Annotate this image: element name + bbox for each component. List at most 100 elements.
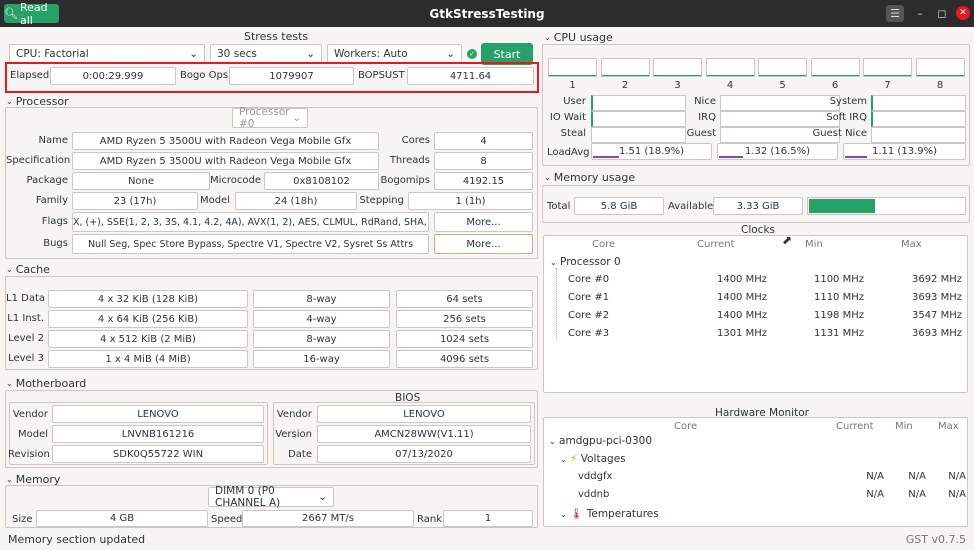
cache-section-header[interactable]: ⌄ Cache [6,263,50,276]
bios-version-label: Version [275,429,312,440]
cache-level-label: Level 3 [8,353,44,364]
core-usage-graph [548,58,597,77]
cache-sets-value: 64 sets [396,290,533,308]
size-label: Size [12,514,33,525]
core-number-label: 3 [674,80,681,91]
stepping-label: Stepping [359,195,404,206]
memory-usage-section-header[interactable]: ⌄ Memory usage [544,171,635,184]
hwmon-col-core: Core [674,421,698,432]
core-usage-line [759,75,806,76]
load5-text: 1.32 (16.5%) [744,146,810,157]
bugs-label: Bugs [43,238,68,249]
clocks-group-row[interactable]: ⌄ Processor 0 [550,256,621,268]
flags-value: MMX, (+), SSE(1, 2, 3, 3S, 4.1, 4.2, 4A)… [72,212,429,232]
sensor-max-value: N/A [948,471,966,482]
close-button[interactable]: ✕ [956,6,970,20]
core-usage-graph [600,58,650,77]
steal-bar [591,127,686,143]
clock-min-value: 1198 MHz [813,310,864,321]
clock-max-value: 3692 MHz [911,274,962,285]
sensor-max-value: N/A [948,489,966,500]
core-number-label: 7 [884,80,891,91]
hamburger-icon: ☰ [890,7,900,20]
clocks-col-max: Max [901,239,922,250]
clock-max-value: 3547 MHz [911,310,962,321]
clocks-col-min: Min [805,239,823,250]
duration-select[interactable]: 30 secs ⌄ [210,44,322,64]
motherboard-section-header[interactable]: ⌄ Motherboard [6,377,86,390]
clock-current-value: 1400 MHz [716,310,767,321]
clock-core-name: Core #3 [568,328,610,339]
hwmon-device-row[interactable]: ⌄ amdgpu-pci-0300 [549,435,652,447]
sensor-name: vddgfx [578,471,613,482]
speed-value: 2667 MT/s [242,510,414,527]
processor-select[interactable]: Processor #0 ⌄ [232,106,308,130]
available-label: Available [668,201,714,212]
specification-label: Specification [6,155,71,166]
cpu-usage-section-header[interactable]: ⌄ CPU usage [544,31,613,44]
read-all-label: Read all [19,0,48,27]
sensor-min-value: N/A [908,489,926,500]
vendor-value: LENOVO [52,405,264,423]
nice-label: Nice [694,96,716,107]
voltages-row[interactable]: ⌄ ⚡︎ Voltages [560,453,626,465]
duration-value: 30 secs [217,48,257,60]
core-number-label: 5 [779,80,786,91]
sensor-current-value: N/A [866,471,884,482]
total-label: Total [547,201,571,212]
thermometer-icon: 🌡︎ [570,508,584,520]
chevron-down-icon: ⌄ [446,48,455,60]
read-all-button[interactable]: 🔍︎ Read all [4,1,59,27]
threads-value: 8 [434,152,533,170]
load15-text: 1.11 (13.9%) [871,146,937,157]
flags-more-button[interactable]: More... [434,212,533,232]
load15-value: 1.11 (13.9%) [843,143,966,160]
temperatures-row[interactable]: ⌄ 🌡︎ Temperatures [560,507,659,520]
stress-type-select[interactable]: CPU: Factorial ⌄ [9,44,205,64]
hwmon-col-max: Max [938,421,959,432]
cache-size-value: 4 x 64 KiB (256 KiB) [48,310,248,328]
softirq-label: Soft IRQ [826,112,867,123]
dimm-select[interactable]: DIMM 0 (P0 CHANNEL A) ⌄ [208,485,334,509]
window-title: GtkStressTesting [429,6,545,21]
cache-title: Cache [15,263,50,276]
bugs-more-button[interactable]: More... [434,234,533,254]
load1-text: 1.51 (18.9%) [618,146,684,157]
name-label: Name [38,135,68,146]
voltages-label: Voltages [580,453,626,465]
chevron-down-icon: ⌄ [560,510,567,519]
core-usage-line [549,75,596,76]
bogomips-value: 4192.15 [434,172,533,190]
core-usage-graph [705,58,755,77]
cache-size-value: 4 x 512 KiB (2 MiB) [48,330,248,348]
bogo-ops-value: 1079907 [229,67,354,85]
chevron-down-icon: ⌄ [544,173,551,182]
clocks-col-current: Current [697,239,735,250]
elapsed-label: Elapsed [10,70,50,81]
rank-value: 1 [443,510,533,527]
cache-sets-value: 256 sets [396,310,533,328]
clock-max-value: 3693 MHz [911,292,962,303]
package-label: Package [26,175,68,186]
guest-label: Guest [686,128,716,139]
maximize-button[interactable]: ◻ [933,5,951,22]
status-bar: Memory section updated GST v0.7.5 [0,528,974,550]
cache-assoc-value: 4-way [253,310,390,328]
minimize-button[interactable]: – [911,5,929,22]
clock-current-value: 1301 MHz [716,328,767,339]
core-usage-line [601,75,649,76]
workers-select[interactable]: Workers: Auto ⌄ [327,44,462,64]
sensor-min-value: N/A [908,471,926,482]
chevron-down-icon: ⌄ [544,33,551,42]
close-icon: ✕ [959,8,967,18]
family-label: Family [35,195,68,206]
lightning-icon: ⚡︎ [570,453,578,465]
core-usage-graph [653,58,702,77]
hamburger-menu-button[interactable]: ☰ [886,5,904,22]
chevron-down-icon: ⌄ [550,258,557,267]
core-usage-line [864,75,911,76]
chevron-down-icon: ⌄ [318,491,327,503]
clock-core-name: Core #1 [568,292,610,303]
bios-version-value: AMCN28WW(V1.11) [317,425,531,443]
board-model-label: Model [17,429,48,440]
